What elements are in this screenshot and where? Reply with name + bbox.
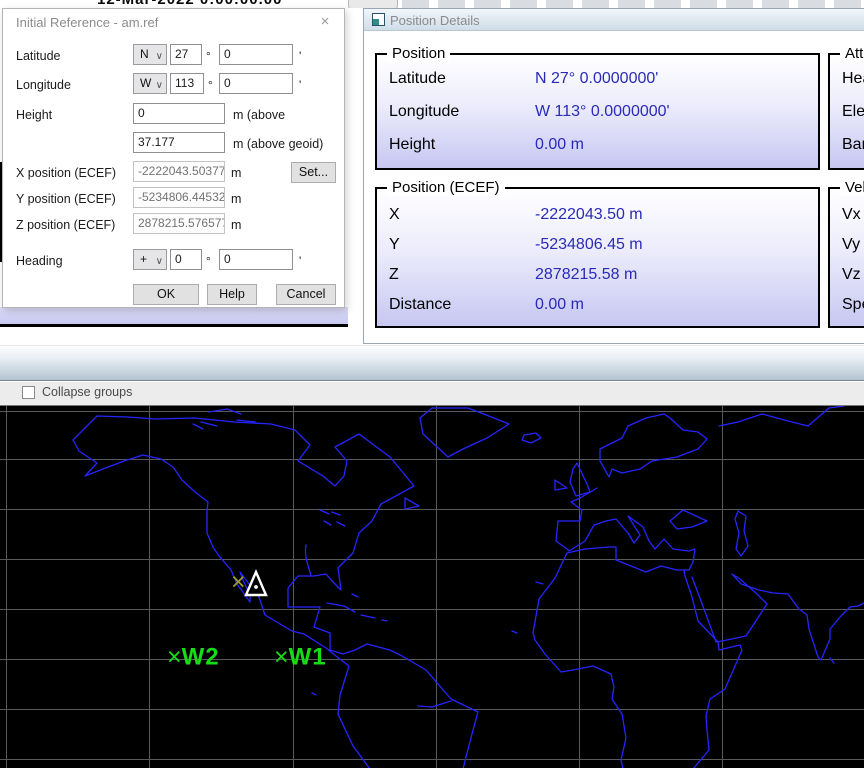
bank-row-label: Bank (842, 133, 864, 157)
latitude-degrees-input[interactable]: 27 (170, 44, 202, 65)
y-value: -5234806.45 m (535, 233, 643, 257)
longitude-hemisphere-select[interactable]: W ∨ (133, 73, 167, 94)
longitude-row-label: Longitude (389, 100, 459, 124)
dialog-titlebar[interactable]: Initial Reference - am.ref × (3, 9, 344, 35)
distance-value: 0.00 m (535, 293, 584, 317)
y-ecef-input: -5234806.445327 (133, 187, 225, 208)
latitude-degree-symbol: ° (206, 49, 211, 63)
waypoint-label: W1 (289, 644, 327, 671)
height-value: 0.00 m (535, 133, 584, 157)
longitude-hemisphere-value: W (140, 76, 151, 90)
position-ecef-group: Position (ECEF) X -2222043.50 m Y -52348… (375, 187, 820, 328)
longitude-minute-symbol: ' (299, 78, 301, 92)
map-options-panel: Collapse groups (0, 382, 864, 405)
distance-row-label: Distance (389, 293, 451, 317)
elevation-row-label: Elevation (842, 100, 864, 124)
longitude-degrees-input[interactable]: 113 (170, 73, 204, 94)
x-row-label: X (389, 203, 400, 227)
latitude-row-label: Latitude (389, 67, 446, 91)
clipped-toolbar-button[interactable] (348, 0, 398, 8)
height-unit-label: m (above (233, 108, 285, 122)
attitude-group-title: Attitude (840, 45, 864, 62)
latitude-hemisphere-value: N (140, 47, 149, 61)
heading-label: Heading (16, 254, 63, 268)
position-details-title: Position Details (390, 13, 480, 28)
background-window-top-strip: 12-Mar-2022 0:00:00.00 (0, 0, 864, 8)
z-ecef-input: 2878215.5765774 (133, 213, 225, 234)
y-ecef-label: Y position (ECEF) (16, 192, 116, 206)
coastline-layer (0, 406, 864, 768)
collapsed-panel-bar[interactable] (0, 345, 864, 381)
heading-minutes-input[interactable]: 0 (219, 249, 293, 270)
position-details-window: Position Details Position Latitude N 27°… (363, 8, 864, 344)
x-ecef-input: -2222043.503773 (133, 161, 225, 182)
screen: 12-Mar-2022 0:00:00.00 Initial Reference… (0, 0, 864, 768)
waypoint-label: W2 (182, 644, 220, 671)
longitude-minutes-input[interactable]: 0 (219, 73, 293, 94)
height-geoid-input[interactable]: 37.177 (133, 132, 225, 153)
heading-sign-select[interactable]: + ∨ (133, 249, 167, 270)
x-ecef-unit: m (231, 166, 241, 180)
heading-sign-value: + (140, 252, 147, 266)
ok-button[interactable]: OK (133, 284, 199, 305)
z-row-label: Z (389, 263, 399, 287)
waypoint-w1[interactable]: ×W1 (274, 643, 327, 672)
latitude-minute-symbol: ' (299, 49, 301, 63)
height-geoid-unit-label: m (above geoid) (233, 137, 323, 151)
chevron-down-icon: ∨ (156, 76, 163, 95)
cancel-button[interactable]: Cancel (276, 284, 336, 305)
longitude-value: W 113° 0.0000000' (535, 100, 670, 124)
z-value: 2878215.58 m (535, 263, 637, 287)
initial-reference-dialog: Initial Reference - am.ref × Latitude N … (2, 8, 345, 308)
heading-degree-symbol: ° (206, 254, 211, 268)
height-input[interactable]: 0 (133, 103, 225, 124)
collapse-groups-checkbox[interactable] (22, 386, 35, 399)
height-label: Height (16, 108, 52, 122)
vx-row-label: Vx (842, 203, 861, 227)
world-map[interactable]: ×W2×W1× (0, 405, 864, 768)
heading-degrees-input[interactable]: 0 (170, 249, 202, 270)
position-details-titlebar[interactable]: Position Details (364, 9, 864, 31)
latitude-hemisphere-select[interactable]: N ∨ (133, 44, 167, 65)
position-ecef-group-title: Position (ECEF) (387, 179, 505, 196)
x-ecef-label: X position (ECEF) (16, 166, 116, 180)
set-button[interactable]: Set... (291, 162, 336, 183)
y-ecef-unit: m (231, 192, 241, 206)
vy-row-label: Vy (842, 233, 860, 257)
z-ecef-unit: m (231, 218, 241, 232)
window-icon (372, 13, 385, 26)
heading-minute-symbol: ' (299, 254, 301, 268)
waypoint-w2[interactable]: ×W2 (167, 643, 220, 672)
x-value: -2222043.50 m (535, 203, 643, 227)
chevron-down-icon: ∨ (156, 252, 163, 271)
velocity-group-title: Velocity (840, 179, 864, 196)
dialog-title: Initial Reference - am.ref (16, 15, 158, 30)
vehicle-triangle-icon[interactable] (244, 569, 270, 599)
close-icon[interactable]: × (316, 13, 334, 30)
y-row-label: Y (389, 233, 400, 257)
latitude-value: N 27° 0.0000000' (535, 67, 658, 91)
z-ecef-label: Z position (ECEF) (16, 218, 115, 232)
position-group-title: Position (387, 45, 450, 62)
latitude-minutes-input[interactable]: 0 (219, 44, 293, 65)
latitude-label: Latitude (16, 49, 60, 63)
speed-row-label: Speed (842, 293, 864, 317)
waypoint-x-icon: × (167, 643, 182, 671)
waypoint-x-icon: × (274, 643, 289, 671)
heading-row-label: Heading (842, 67, 864, 91)
position-group: Position Latitude N 27° 0.0000000' Longi… (375, 53, 820, 170)
collapse-groups-label: Collapse groups (42, 385, 132, 399)
attitude-group: Attitude Heading Elevation Bank (828, 53, 864, 170)
background-groupbox-bottom (0, 307, 348, 327)
longitude-label: Longitude (16, 78, 71, 92)
longitude-degree-symbol: ° (208, 78, 213, 92)
clipped-toolbar-stripes (402, 0, 864, 8)
clipped-timestamp-text: 12-Mar-2022 0:00:00.00 (97, 0, 282, 8)
chevron-down-icon: ∨ (156, 47, 163, 66)
height-row-label: Height (389, 133, 435, 157)
help-button[interactable]: Help (207, 284, 257, 305)
velocity-group: Velocity Vx Vy Vz Speed (828, 187, 864, 328)
vz-row-label: Vz (842, 263, 861, 287)
